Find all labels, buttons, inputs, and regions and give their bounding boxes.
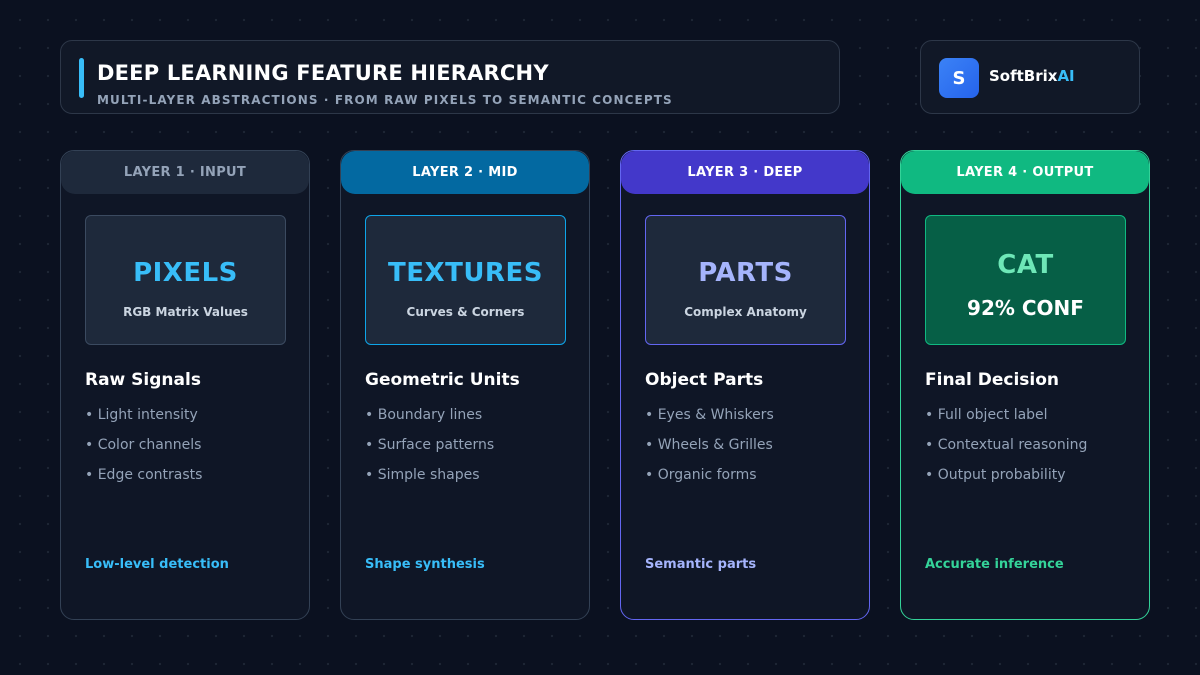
brand-logo-icon: S <box>939 58 979 98</box>
list-item: • Contextual reasoning <box>925 437 1088 453</box>
feature-subtitle: 92% CONF <box>967 296 1084 320</box>
feature-name: CAT <box>997 250 1054 280</box>
feature-name: PIXELS <box>133 258 238 288</box>
feature-box: CAT 92% CONF <box>925 215 1126 345</box>
layer-footer: Shape synthesis <box>365 557 485 572</box>
header-panel: DEEP LEARNING FEATURE HIERARCHY MULTI-LA… <box>60 40 840 114</box>
list-item: • Boundary lines <box>365 407 483 423</box>
brand-name: SoftBrixAI <box>989 67 1075 85</box>
page-subtitle: MULTI-LAYER ABSTRACTIONS · FROM RAW PIXE… <box>97 93 673 107</box>
list-item: • Organic forms <box>645 467 757 483</box>
layer-card-header: LAYER 1 · INPUT <box>61 151 309 194</box>
feature-subtitle: RGB Matrix Values <box>123 305 248 319</box>
list-item: • Edge contrasts <box>85 467 203 483</box>
layer-card-3: LAYER 3 · DEEP PARTS Complex Anatomy Obj… <box>620 150 870 620</box>
bullet-list: • Full object label • Contextual reasoni… <box>925 406 1087 496</box>
feature-box: PARTS Complex Anatomy <box>645 215 846 345</box>
brand-panel: S SoftBrixAI <box>920 40 1140 114</box>
layer-card-2: LAYER 2 · MID TEXTURES Curves & Corners … <box>340 150 590 620</box>
section-title: Raw Signals <box>85 370 201 390</box>
list-item: • Simple shapes <box>365 467 480 483</box>
layer-card-header: LAYER 3 · DEEP <box>621 151 869 194</box>
feature-box: TEXTURES Curves & Corners <box>365 215 566 345</box>
list-item: • Output probability <box>925 467 1066 483</box>
feature-name: PARTS <box>698 258 793 288</box>
layer-card-header: LAYER 4 · OUTPUT <box>901 151 1149 194</box>
list-item: • Light intensity <box>85 407 198 423</box>
layer-card-1: LAYER 1 · INPUT PIXELS RGB Matrix Values… <box>60 150 310 620</box>
list-item: • Color channels <box>85 437 202 453</box>
header-accent-bar <box>79 58 84 98</box>
section-title: Final Decision <box>925 370 1060 390</box>
layer-card-4: LAYER 4 · OUTPUT CAT 92% CONF Final Deci… <box>900 150 1150 620</box>
feature-subtitle: Curves & Corners <box>406 305 525 319</box>
bullet-list: • Light intensity • Color channels • Edg… <box>85 406 202 496</box>
list-item: • Wheels & Grilles <box>645 437 773 453</box>
list-item: • Surface patterns <box>365 437 495 453</box>
feature-box: PIXELS RGB Matrix Values <box>85 215 286 345</box>
brand-name-main: SoftBrix <box>989 67 1058 85</box>
section-title: Object Parts <box>645 370 764 390</box>
section-title: Geometric Units <box>365 370 520 390</box>
page-title: DEEP LEARNING FEATURE HIERARCHY <box>97 61 549 85</box>
bullet-list: • Eyes & Whiskers • Wheels & Grilles • O… <box>645 406 774 496</box>
bullet-list: • Boundary lines • Surface patterns • Si… <box>365 406 494 496</box>
layer-footer: Accurate inference <box>925 557 1064 572</box>
brand-name-accent: AI <box>1057 67 1075 85</box>
layer-card-header: LAYER 2 · MID <box>341 151 589 194</box>
list-item: • Eyes & Whiskers <box>645 407 774 423</box>
layer-footer: Semantic parts <box>645 557 757 572</box>
feature-subtitle: Complex Anatomy <box>684 305 807 319</box>
feature-name: TEXTURES <box>388 258 543 288</box>
layer-footer: Low-level detection <box>85 557 229 572</box>
list-item: • Full object label <box>925 407 1048 423</box>
